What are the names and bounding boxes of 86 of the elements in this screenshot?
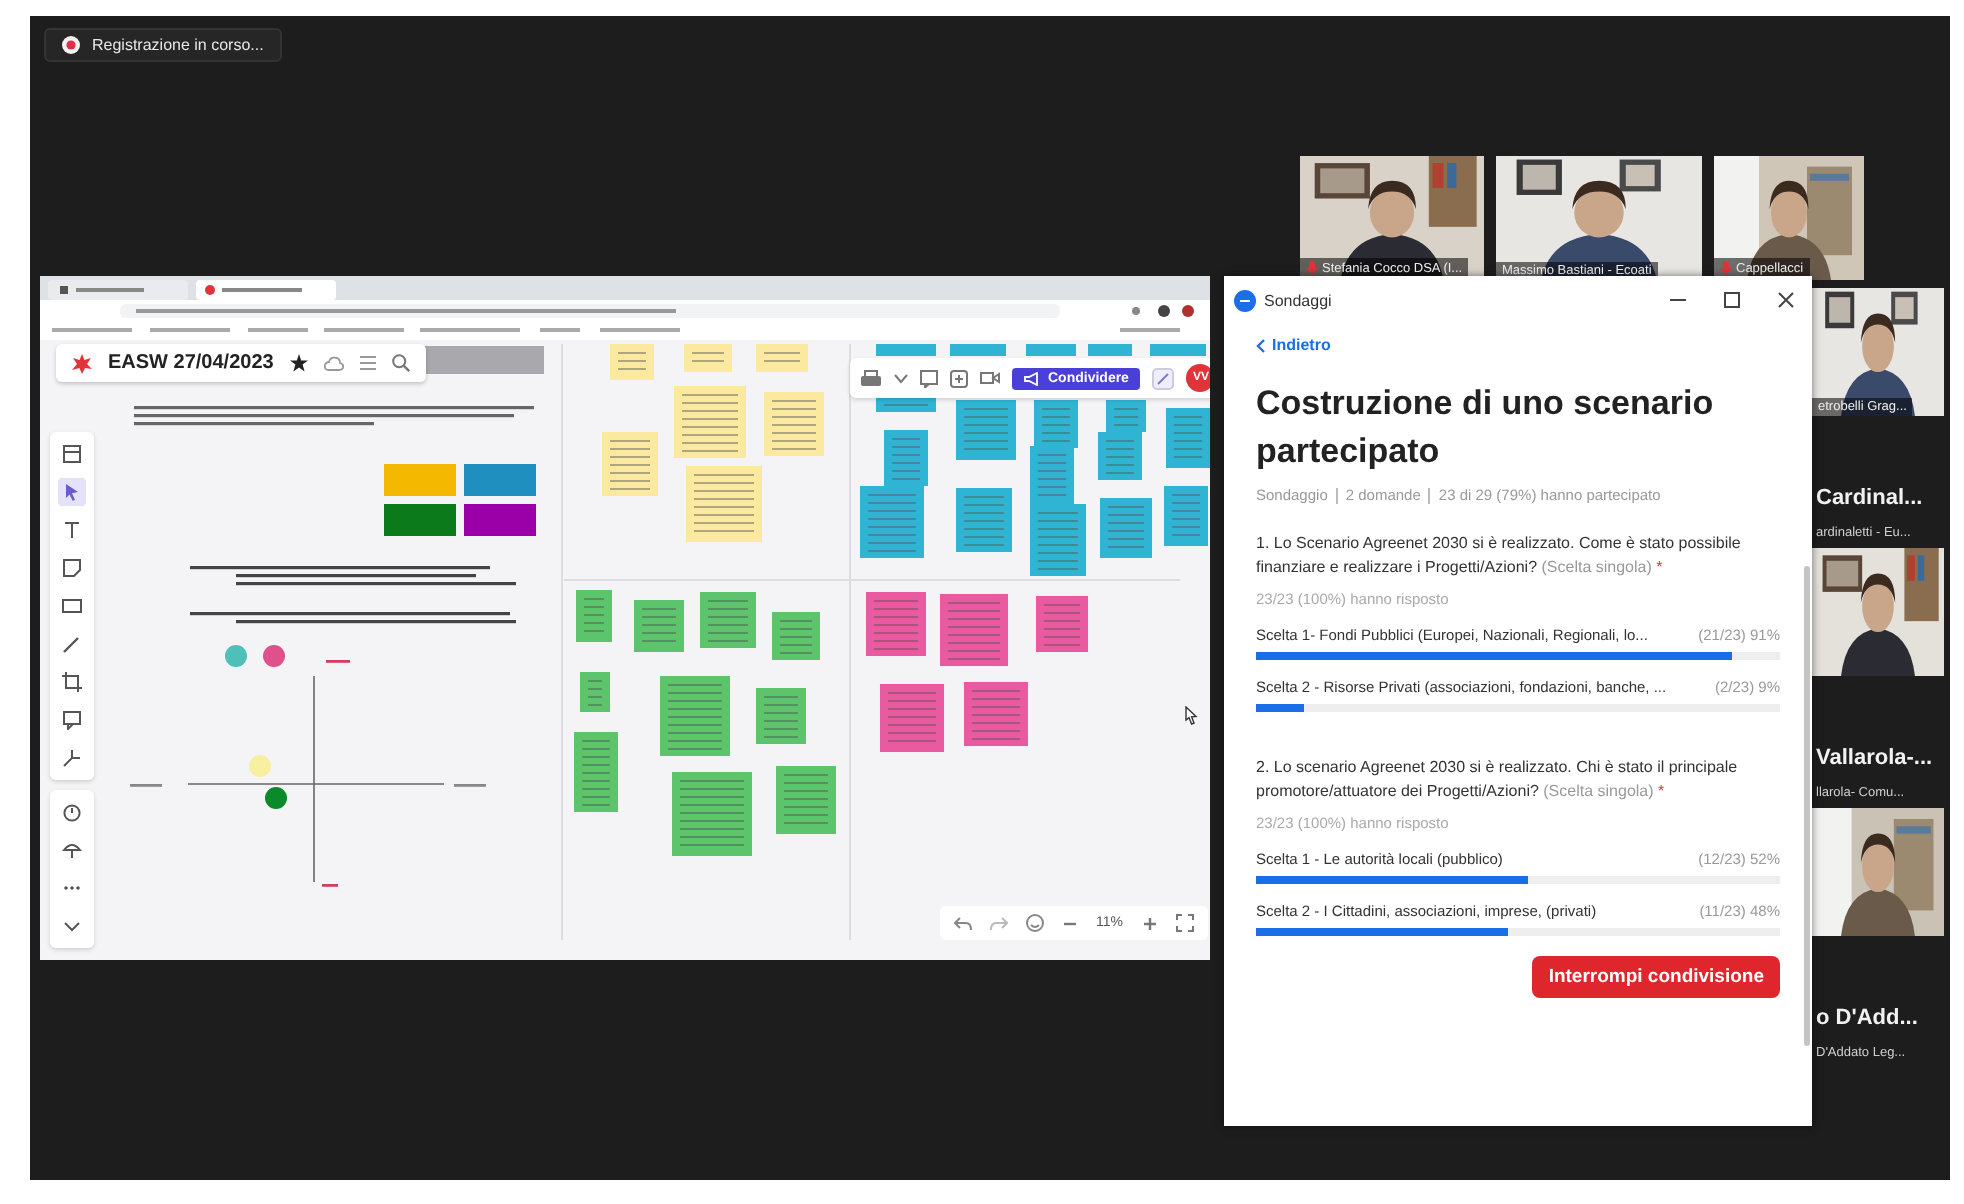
question-text: 2. Lo scenario Agreenet 2030 si è realizzato. Chi è stato il principale promotore/attuatore dei Progetti/Azioni? (Scelta singola) * xyxy=(1256,756,1740,804)
fullscreen-icon[interactable] xyxy=(1175,914,1193,932)
sticky-note xyxy=(576,590,612,642)
record-icon xyxy=(62,36,80,54)
dot-marker xyxy=(263,645,285,667)
sticky-note xyxy=(602,432,658,496)
sticky-note xyxy=(1100,498,1152,558)
sticky-note xyxy=(880,684,944,752)
category-card xyxy=(464,504,536,536)
crop-icon[interactable] xyxy=(58,668,86,696)
category-card xyxy=(384,464,456,496)
cursor-icon[interactable] xyxy=(58,478,86,506)
sticky-note xyxy=(574,732,618,812)
timer-icon[interactable] xyxy=(58,798,86,826)
sticky-note xyxy=(1164,486,1208,546)
megaphone-icon xyxy=(1024,371,1040,385)
plus-box-icon[interactable] xyxy=(950,369,968,387)
sticky-note xyxy=(1030,504,1086,576)
comment-icon[interactable] xyxy=(58,706,86,734)
separator xyxy=(1335,487,1338,503)
sticky-note-icon[interactable] xyxy=(58,554,86,582)
sticky-note xyxy=(1034,400,1078,448)
video-icon[interactable] xyxy=(980,370,1000,386)
board-title: EASW 27/04/2023 xyxy=(108,352,274,374)
sticky-note xyxy=(1036,596,1088,652)
sticky-note xyxy=(700,592,756,648)
dot-marker xyxy=(225,645,247,667)
star-icon[interactable] xyxy=(289,354,308,372)
undo-icon[interactable] xyxy=(954,915,972,931)
sticky-note xyxy=(660,676,730,756)
search-icon[interactable] xyxy=(391,354,410,372)
separator xyxy=(1428,487,1431,503)
plus-icon[interactable] xyxy=(1141,915,1157,931)
recording-label: Registrazione in corso... xyxy=(92,36,264,54)
emoji-icon[interactable] xyxy=(1026,914,1044,932)
scrollbar[interactable] xyxy=(1804,566,1810,1046)
sticky-note xyxy=(684,344,732,372)
frame-icon[interactable] xyxy=(58,440,86,468)
sticky-note xyxy=(866,592,926,656)
pointer-cursor-icon xyxy=(1184,706,1198,726)
window-title: Sondaggi xyxy=(1264,291,1332,309)
sticky-note xyxy=(876,344,936,356)
cloud-icon[interactable] xyxy=(323,355,344,371)
sticky-note xyxy=(772,612,820,660)
sticky-note xyxy=(950,344,1006,356)
sticky-note xyxy=(1088,344,1132,356)
sticky-note xyxy=(580,672,610,712)
printer-icon[interactable] xyxy=(860,369,882,387)
participant-display-name: o D'Add... xyxy=(1816,1006,1920,1030)
sticky-note xyxy=(674,386,746,458)
splat-logo-icon xyxy=(72,353,92,373)
participant-display-name: Vallarola-... xyxy=(1816,746,1935,770)
sticky-note xyxy=(940,594,1008,666)
sticky-note xyxy=(1026,344,1076,356)
dot-marker xyxy=(249,755,271,777)
poll-title: Costruzione di uno scenario partecipato xyxy=(1256,382,1716,474)
close-icon[interactable] xyxy=(1776,290,1796,310)
chevron-left-icon xyxy=(1256,337,1266,353)
sticky-note xyxy=(776,766,836,834)
sticky-note xyxy=(634,600,684,652)
sticky-note xyxy=(672,772,752,856)
menu-icon[interactable] xyxy=(359,356,376,370)
dot-marker xyxy=(265,787,287,809)
sticky-note xyxy=(756,344,808,372)
stop-sharing-button[interactable]: Interrompi condivisione xyxy=(1532,956,1780,998)
question-text: 1. Lo Scenario Agreenet 2030 si è realizzato. Come è stato possibile finanziare e realizzare i Progetti/Azioni? (Scelta singola) * xyxy=(1256,532,1743,580)
participant-display-name: Cardinal... xyxy=(1816,486,1925,510)
sticky-note xyxy=(1030,446,1074,506)
category-card xyxy=(384,504,456,536)
sticky-note xyxy=(1166,408,1210,468)
sticky-note xyxy=(610,344,654,380)
comment-icon[interactable] xyxy=(920,369,938,387)
sticky-note xyxy=(764,392,824,456)
sticky-note xyxy=(964,682,1028,746)
poll-app-icon xyxy=(1234,289,1256,311)
chevron-down-icon[interactable] xyxy=(894,373,908,383)
sticky-note xyxy=(1150,344,1206,356)
sticky-note xyxy=(956,488,1012,552)
back-link[interactable]: Indietro xyxy=(1256,336,1780,354)
sticky-note xyxy=(956,400,1016,460)
sticky-note xyxy=(756,688,806,744)
connector-icon[interactable] xyxy=(58,744,86,772)
link-icon[interactable] xyxy=(1152,367,1175,389)
sticky-note xyxy=(686,466,762,542)
maximize-icon[interactable] xyxy=(1722,290,1742,310)
category-card xyxy=(464,464,536,496)
